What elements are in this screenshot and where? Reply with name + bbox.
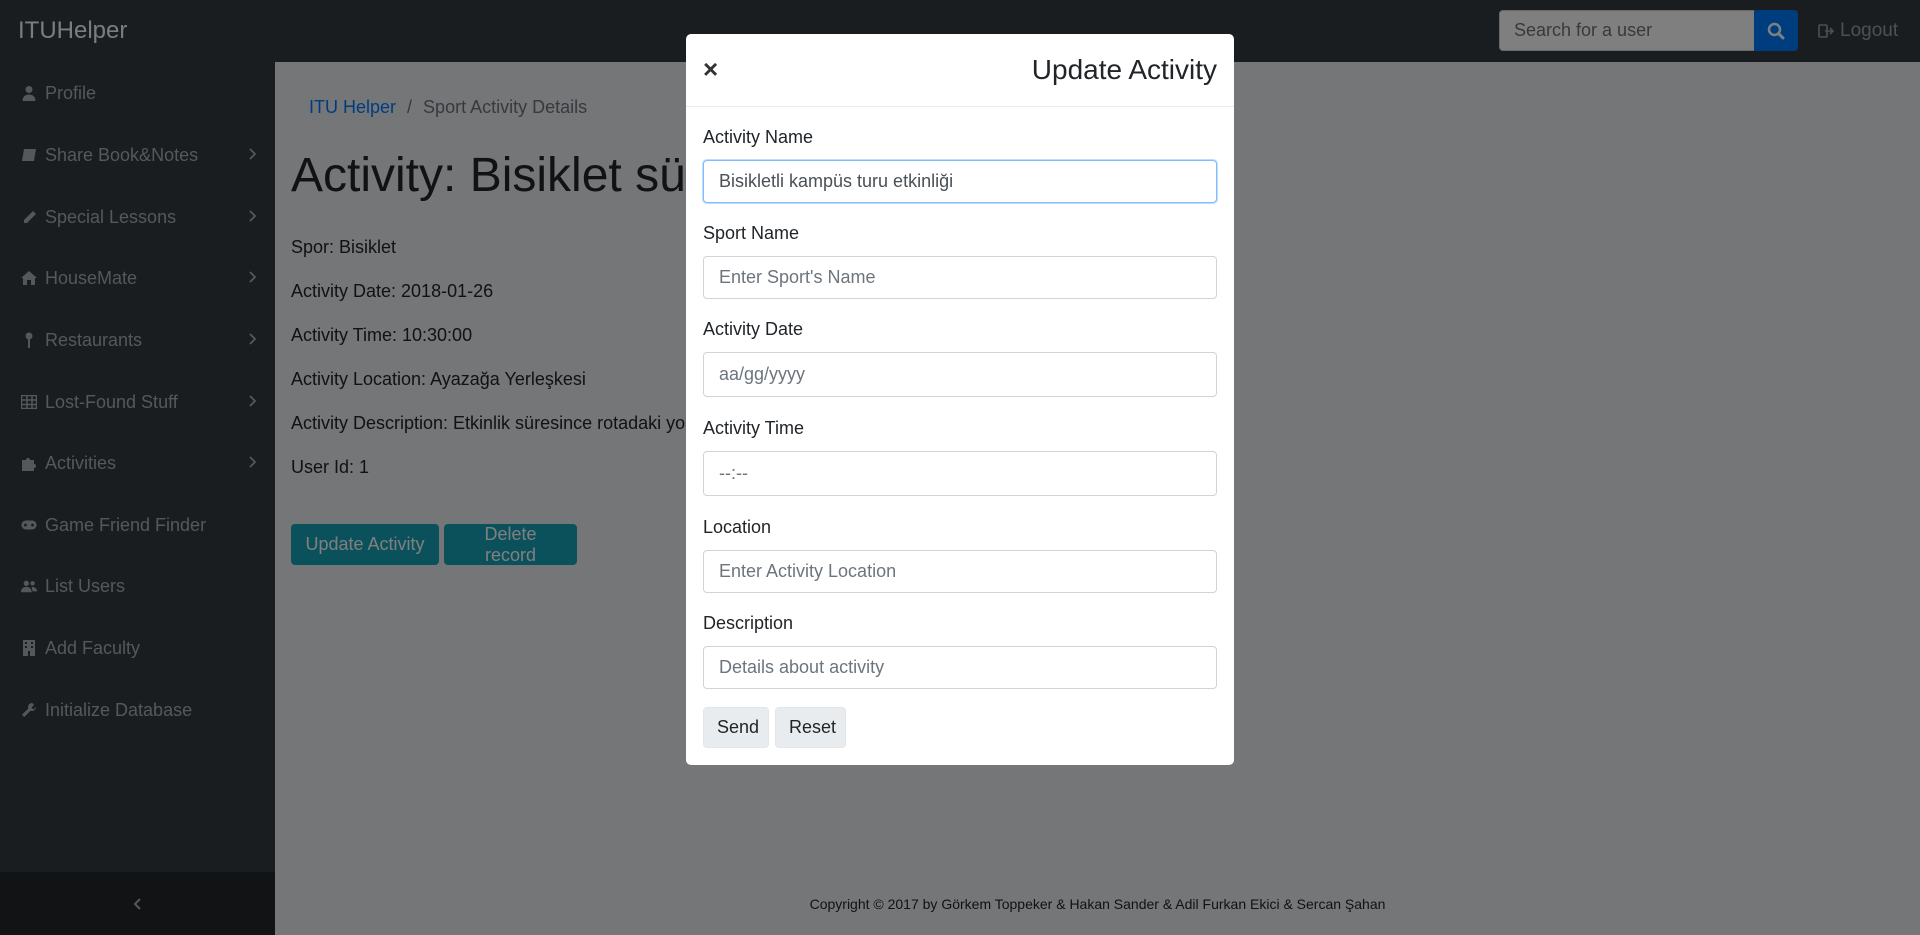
location-input[interactable] — [703, 550, 1217, 593]
activity-name-input[interactable] — [703, 160, 1217, 203]
activity-time-input[interactable] — [703, 451, 1217, 496]
modal-header: × Update Activity — [686, 34, 1234, 107]
activity-date-input[interactable] — [703, 352, 1217, 397]
reset-button[interactable]: Reset — [775, 707, 846, 748]
sport-name-label: Sport Name — [703, 223, 800, 243]
description-input[interactable] — [703, 646, 1217, 689]
location-label: Location — [703, 517, 772, 537]
activity-name-label: Activity Name — [703, 127, 814, 147]
description-label: Description — [703, 613, 794, 633]
update-activity-modal: × Update Activity Activity Name Sport Na… — [686, 34, 1234, 765]
modal-title: Update Activity — [1031, 54, 1217, 85]
close-icon[interactable]: × — [703, 56, 718, 82]
activity-date-label: Activity Date — [703, 319, 804, 339]
sport-name-input[interactable] — [703, 256, 1217, 299]
send-button[interactable]: Send — [703, 707, 769, 748]
activity-time-label: Activity Time — [703, 418, 805, 438]
